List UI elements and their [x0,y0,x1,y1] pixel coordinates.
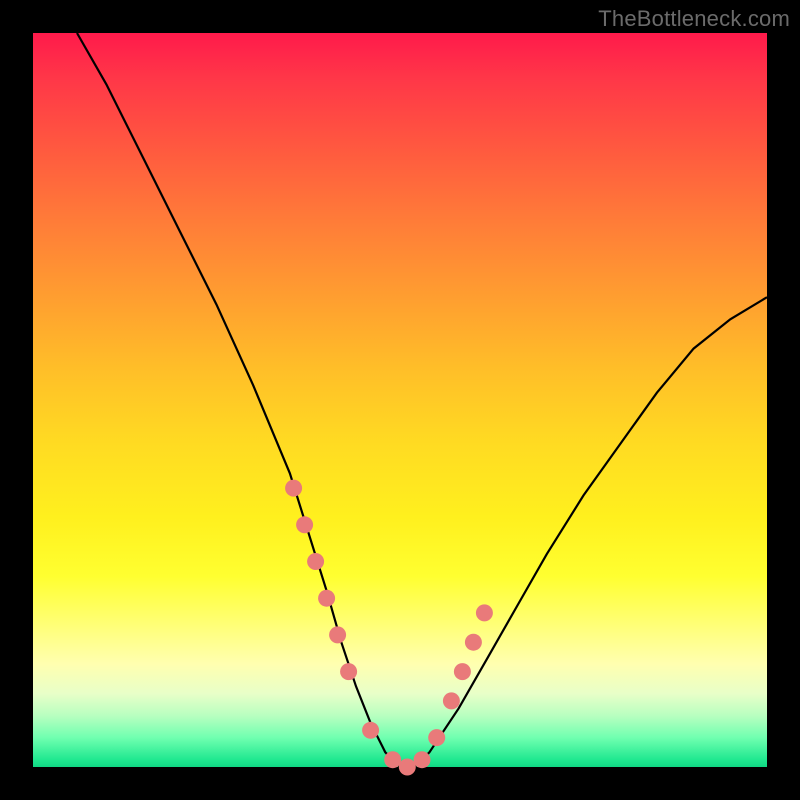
marker-dot [340,663,357,680]
highlight-markers [285,480,493,776]
marker-dot [399,759,416,776]
marker-dot [428,729,445,746]
bottleneck-curve [77,33,767,767]
marker-dot [318,590,335,607]
marker-dot [454,663,471,680]
marker-dot [362,722,379,739]
marker-dot [414,751,431,768]
marker-dot [465,634,482,651]
chart-svg [33,33,767,767]
marker-dot [307,553,324,570]
marker-dot [443,692,460,709]
marker-dot [296,516,313,533]
marker-dot [285,480,302,497]
marker-dot [476,604,493,621]
marker-dot [384,751,401,768]
marker-dot [329,626,346,643]
watermark-text: TheBottleneck.com [598,6,790,32]
